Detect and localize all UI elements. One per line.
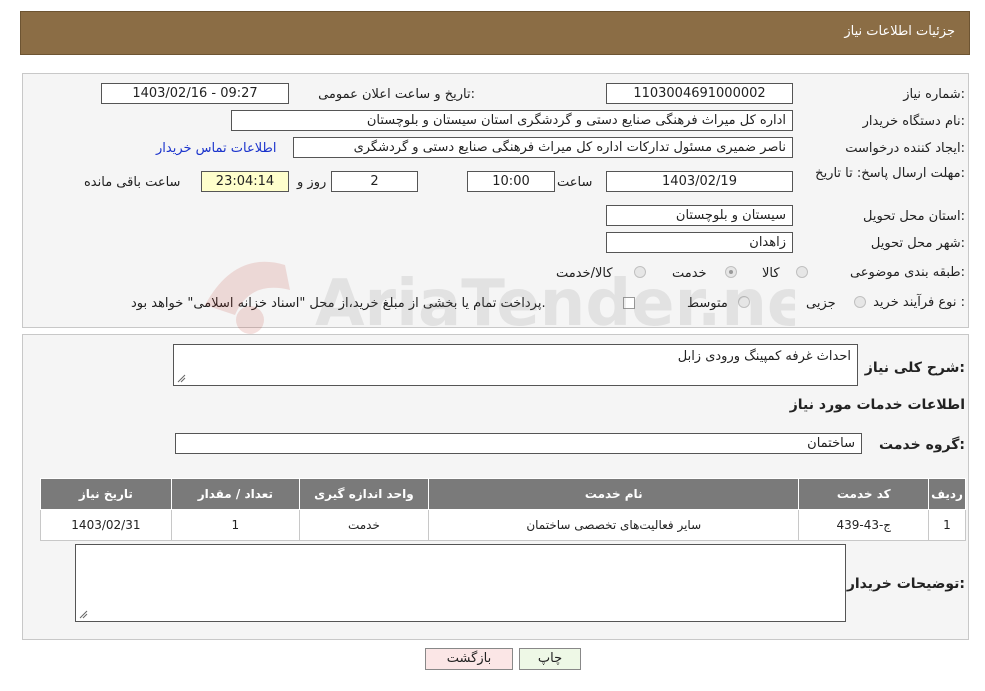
print-button[interactable]: چاپ: [519, 648, 581, 670]
col-row-number: ردیف: [928, 478, 966, 510]
table-header-row: تاریخ نیاز تعداد / مقدار واحد اندازه گیر…: [40, 478, 966, 510]
payment-note: پرداخت تمام یا بخشی از مبلغ خرید،از محل …: [131, 296, 546, 311]
buyer-notes-label: توضیحات خریدار:: [846, 576, 965, 592]
cell-row-number: 1: [928, 509, 966, 541]
col-quantity: تعداد / مقدار: [170, 478, 300, 510]
process-medium-label: متوسط: [687, 296, 728, 311]
col-need-date: تاریخ نیاز: [40, 478, 172, 510]
process-label: نوع فرآیند خرید :: [873, 295, 965, 310]
services-table: تاریخ نیاز تعداد / مقدار واحد اندازه گیر…: [40, 478, 966, 541]
remaining-label: ساعت باقی مانده: [84, 175, 181, 190]
treasury-payment-checkbox[interactable]: [623, 297, 635, 309]
buyer-label: نام دستگاه خریدار:: [862, 114, 965, 129]
desc-textarea[interactable]: احداث غرفه کمپینگ ورودی زابل: [173, 344, 858, 386]
group-label: گروه خدمت:: [879, 437, 965, 453]
cell-need-date: 1403/02/31: [40, 509, 172, 541]
col-service-name: نام خدمت: [427, 478, 800, 510]
group-field: ساختمان: [175, 433, 862, 454]
deadline-label: مهلت ارسال پاسخ: تا تاریخ:: [815, 166, 965, 181]
creator-field: ناصر ضمیری مسئول تدارکات اداره کل میراث …: [293, 137, 793, 158]
category-goods-service-label: کالا/خدمت: [556, 266, 613, 281]
process-medium-radio[interactable]: [738, 296, 750, 308]
cell-unit: خدمت: [298, 509, 429, 541]
days-label: روز و: [297, 175, 327, 190]
hour-label: ساعت: [557, 175, 593, 190]
days-field: 2: [331, 171, 418, 192]
city-label: شهر محل تحویل:: [870, 236, 965, 251]
announce-label: تاریخ و ساعت اعلان عمومی:: [318, 87, 475, 102]
buyer-field: اداره کل میراث فرهنگی صنایع دستی و گردشگ…: [231, 110, 793, 131]
remaining-time-field: 23:04:14: [201, 171, 289, 192]
process-minor-radio[interactable]: [854, 296, 866, 308]
province-field: سیستان و بلوچستان: [606, 205, 793, 226]
category-service-radio[interactable]: [725, 266, 737, 278]
contact-buyer-link[interactable]: اطلاعات تماس خریدار: [156, 141, 276, 156]
creator-label: ایجاد کننده درخواست:: [845, 141, 965, 156]
category-service-label: خدمت: [672, 266, 707, 281]
category-label: طبقه بندی موضوعی:: [849, 265, 965, 280]
deadline-date-field: 1403/02/19: [606, 171, 793, 192]
col-unit: واحد اندازه گیری: [298, 478, 429, 510]
category-goods-service-radio[interactable]: [634, 266, 646, 278]
category-goods-radio[interactable]: [796, 266, 808, 278]
need-number-field: 1103004691000002: [606, 83, 793, 104]
desc-label: شرح کلی نیاز:: [864, 360, 965, 376]
cell-service-name: سایر فعالیت‌های تخصصی ساختمان: [427, 509, 800, 541]
table-row: 1403/02/31 1 خدمت سایر فعالیت‌های تخصصی …: [40, 509, 966, 541]
category-goods-label: کالا: [762, 266, 780, 281]
resize-grip-icon[interactable]: [176, 373, 186, 383]
cell-service-code: ج-43-439: [798, 509, 929, 541]
need-number-label: شماره نیاز:: [903, 87, 965, 102]
buyer-notes-textarea[interactable]: [75, 544, 846, 622]
services-heading: اطلاعات خدمات مورد نیاز: [789, 397, 965, 413]
desc-value: احداث غرفه کمپینگ ورودی زابل: [677, 349, 851, 364]
page-title: جزئیات اطلاعات نیاز: [844, 24, 955, 39]
col-service-code: کد خدمت: [798, 478, 929, 510]
city-field: زاهدان: [606, 232, 793, 253]
page-header: جزئیات اطلاعات نیاز: [20, 11, 970, 55]
resize-grip-icon[interactable]: [78, 609, 88, 619]
deadline-time-field: 10:00: [467, 171, 555, 192]
process-minor-label: جزیی: [806, 296, 836, 311]
province-label: استان محل تحویل:: [863, 209, 965, 224]
cell-quantity: 1: [170, 509, 300, 541]
back-button[interactable]: بازگشت: [425, 648, 513, 670]
announce-field: 1403/02/16 - 09:27: [101, 83, 289, 104]
